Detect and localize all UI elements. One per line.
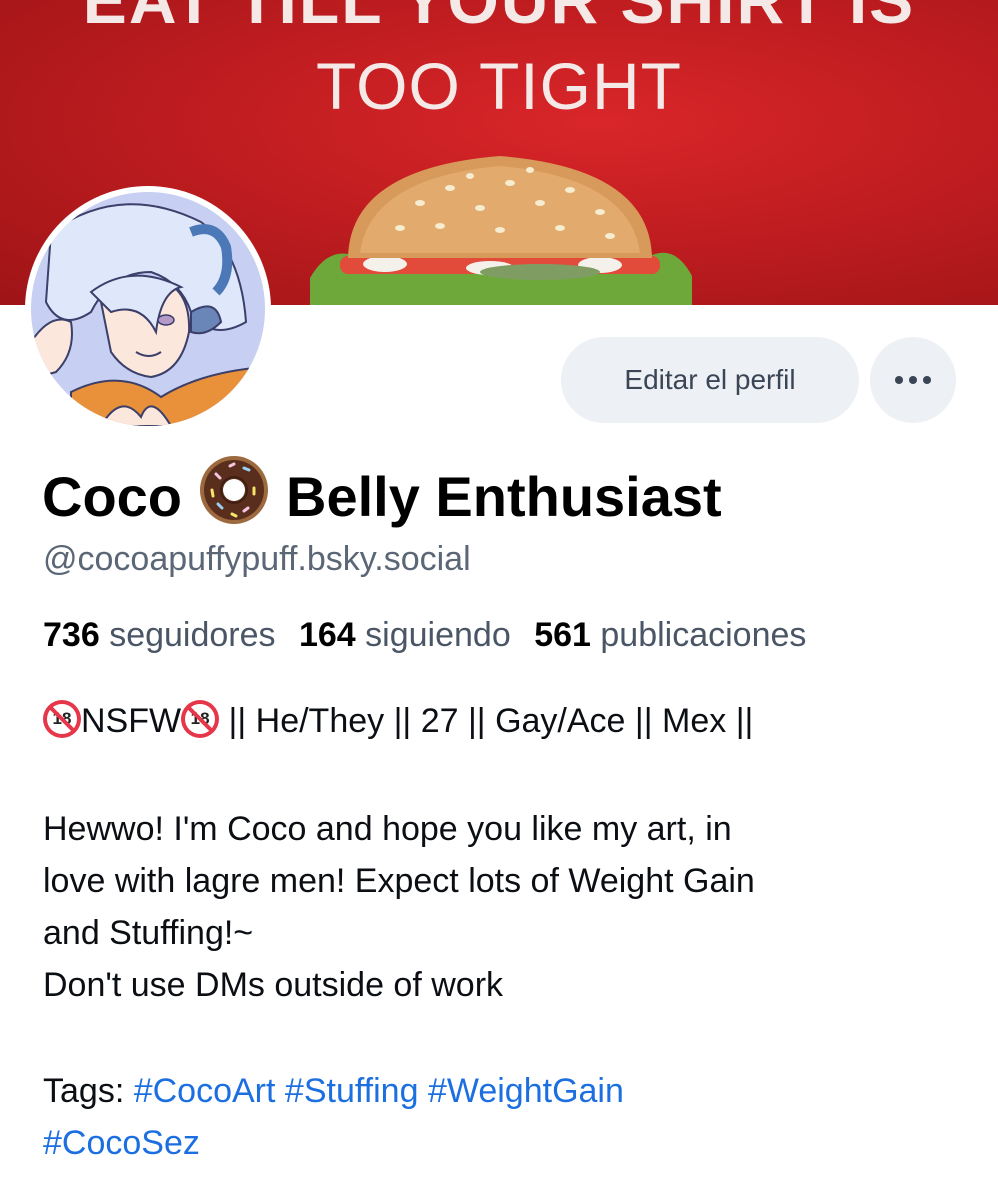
more-options-button[interactable] [870, 337, 956, 423]
banner-text: TOO TIGHT [316, 49, 682, 123]
bio-text-line: love with lagre men! Expect lots of Weig… [43, 862, 755, 900]
avatar[interactable] [25, 186, 271, 432]
followers-count: 736 [43, 616, 100, 654]
hashtag-link[interactable]: #WeightGain [428, 1072, 624, 1110]
display-name: Coco Belly Enthusiast [42, 452, 722, 541]
banner-text-top: EAT TILL YOUR SHIRT IS [82, 0, 916, 37]
bio-paragraph: Hewwo! I'm Coco and hope you like my art… [43, 803, 755, 1011]
posts-stat: 561 publicaciones [534, 616, 806, 654]
profile-stats: 736 seguidores 164 siguiendo 561 publica… [43, 616, 806, 655]
posts-label: publicaciones [600, 616, 807, 654]
following-count: 164 [298, 616, 356, 654]
bio-text-line: Hewwo! I'm Coco and hope you like my art… [43, 810, 732, 848]
avatar-image [31, 192, 265, 426]
donut-icon [196, 452, 272, 541]
bio-text-line: Don't use DMs outside of work [43, 966, 504, 1004]
bio-text-line: and Stuffing!~ [43, 914, 254, 952]
hashtag-link[interactable]: #CocoSez [43, 1124, 200, 1162]
display-name-rest: Belly Enthusiast [286, 465, 722, 528]
user-handle: @cocoapuffypuff.bsky.social [43, 540, 471, 578]
tags-label: Tags: [43, 1072, 134, 1110]
ellipsis-icon [895, 376, 931, 384]
hashtag-link[interactable]: #CocoArt [134, 1072, 276, 1110]
burger-image [310, 156, 692, 305]
bio-nsfw: NSFW [81, 702, 182, 740]
bio-line-1-rest: || He/They || 27 || Gay/Ace || Mex || [219, 702, 754, 740]
bio-tags: Tags: #CocoArt #Stuffing #WeightGain #Co… [43, 1065, 624, 1169]
edit-profile-button[interactable]: Editar el perfil [561, 337, 859, 423]
followers-label: seguidores [109, 616, 276, 654]
display-name-first: Coco [42, 465, 182, 528]
following-label: siguiendo [365, 616, 511, 654]
followers-link[interactable]: 736 seguidores [43, 616, 276, 654]
posts-count: 561 [534, 616, 591, 654]
hashtag-link[interactable]: #Stuffing [285, 1072, 419, 1110]
no-under-18-icon: 18 [181, 700, 220, 738]
bio-line-1: 18NSFW18 || He/They || 27 || Gay/Ace || … [43, 695, 753, 747]
following-link[interactable]: 164 siguiendo [299, 616, 511, 654]
no-under-18-icon: 18 [43, 700, 81, 738]
